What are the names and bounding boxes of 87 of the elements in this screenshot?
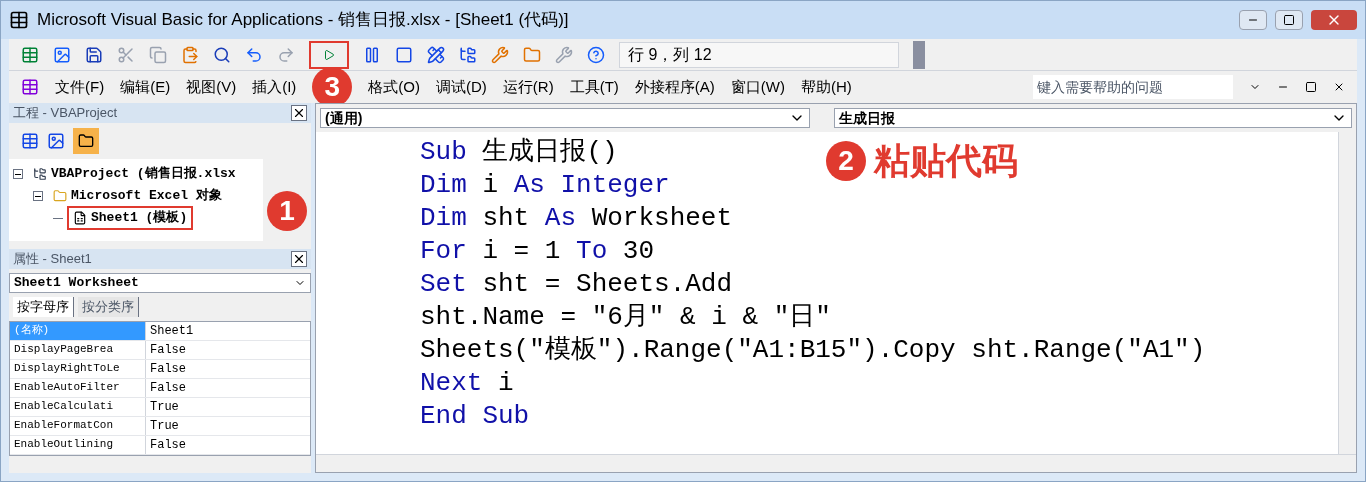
menu-item[interactable]: 插入(I) — [252, 75, 297, 99]
design-mode-icon[interactable] — [427, 45, 445, 64]
menu-item[interactable]: 运行(R) — [502, 75, 554, 99]
undo-icon[interactable] — [245, 45, 263, 64]
save-icon[interactable] — [85, 45, 103, 64]
tree-item[interactable]: Sheet1 (模板) — [67, 206, 194, 230]
sheet-icon — [73, 211, 87, 225]
help-icon[interactable] — [587, 45, 605, 64]
project-icon — [33, 167, 47, 181]
property-name[interactable]: EnableCalculati — [10, 397, 146, 416]
close-icon[interactable] — [1333, 81, 1345, 93]
find-icon[interactable] — [213, 45, 231, 64]
collapse-icon[interactable] — [33, 191, 43, 201]
tab[interactable]: 按分类序 — [78, 297, 139, 317]
tree-item[interactable]: Microsoft Excel 对象 — [47, 184, 228, 208]
property-value[interactable]: True — [146, 416, 310, 435]
step-badge: 2 — [826, 141, 866, 181]
insert-userform-icon[interactable] — [53, 45, 71, 64]
code-line: Set sht = Sheets.Add — [420, 268, 733, 301]
code-line: End Sub — [420, 400, 530, 433]
run-button[interactable] — [309, 40, 349, 69]
panel-title: 属性 - Sheet1 — [13, 250, 92, 269]
pause-icon[interactable] — [363, 45, 381, 64]
vertical-scrollbar[interactable] — [1338, 132, 1356, 454]
toolbar-options-icon[interactable] — [913, 40, 925, 69]
object-select[interactable]: Sheet1 Worksheet — [9, 273, 311, 293]
view-code-icon[interactable] — [21, 132, 39, 150]
paste-icon[interactable] — [181, 45, 199, 64]
property-value[interactable]: False — [146, 435, 310, 454]
menu-item[interactable]: 窗口(W) — [730, 75, 785, 99]
view-object-icon[interactable] — [47, 132, 65, 150]
maximize-icon — [1283, 14, 1295, 26]
object-browser-icon[interactable] — [523, 45, 541, 64]
property-value[interactable]: False — [146, 378, 310, 397]
step-badge: 1 — [267, 191, 307, 231]
menu-item[interactable]: 编辑(E) — [120, 75, 171, 99]
property-value[interactable]: True — [146, 397, 310, 416]
code-line: Sheets("模板").Range("A1:B15").Copy sht.Range("A1") — [420, 334, 1206, 367]
excel-icon[interactable] — [21, 45, 39, 64]
tree-item[interactable]: VBAProject (销售日报.xlsx — [27, 162, 242, 186]
property-name[interactable]: EnableAutoFilter — [10, 378, 146, 397]
menu-item[interactable]: 文件(F) — [55, 75, 105, 99]
close-icon[interactable] — [291, 251, 307, 267]
tab[interactable]: 按字母序 — [13, 297, 74, 317]
stop-icon[interactable] — [395, 45, 413, 64]
properties-icon[interactable] — [491, 45, 509, 64]
property-value[interactable]: False — [146, 359, 310, 378]
code-line: Next i — [420, 367, 514, 400]
cursor-position: 行 9，列 12 — [619, 41, 899, 68]
property-name[interactable]: DisplayRightToLe — [10, 359, 146, 378]
toggle-folders-button[interactable] — [73, 128, 99, 154]
panel-title: 工程 - VBAProject — [13, 104, 118, 123]
collapse-icon[interactable] — [13, 169, 23, 179]
property-name[interactable]: EnableOutlining — [10, 435, 146, 454]
property-value[interactable]: False — [146, 340, 310, 359]
menu-item[interactable]: 调试(D) — [436, 75, 487, 99]
menu-item[interactable]: 工具(T) — [569, 75, 619, 99]
play-icon — [323, 48, 335, 61]
close-icon[interactable] — [291, 105, 307, 121]
code-editor[interactable]: Sub 生成日报() Dim i As Integer Dim sht As Worksheet For i = 1 To 30 Set sht = Sheets.Add sht.Name = "6月" & i & "日" Sheets("模板").Range("A1:B15").Copy sht.Range("A1") Next i End Sub 2 粘贴代码 — [316, 132, 1338, 454]
minimize-button[interactable] — [1239, 10, 1267, 30]
menu-item[interactable]: 帮助(H) — [800, 75, 852, 99]
property-value[interactable]: Sheet1 — [146, 321, 310, 340]
horizontal-scrollbar[interactable] — [316, 454, 1356, 472]
code-line: Sub 生成日报() — [420, 136, 618, 169]
code-line: sht.Name = "6月" & i & "日" — [420, 301, 831, 334]
object-dropdown[interactable]: (通用) — [320, 108, 810, 128]
menu-item[interactable]: 外接程序(A) — [634, 75, 715, 99]
menu-item[interactable]: 视图(V) — [186, 75, 237, 99]
property-name[interactable]: EnableFormatCon — [10, 416, 146, 435]
folder-icon — [78, 133, 94, 149]
window-title: Microsoft Visual Basic for Applications - 销售日报.xlsx - [Sheet1 (代码)] — [37, 9, 570, 32]
menu-bar-icon[interactable] — [21, 78, 39, 96]
property-name[interactable]: DisplayPageBrea — [10, 340, 146, 359]
procedure-dropdown[interactable]: 生成日报 — [834, 108, 1352, 128]
code-line: Dim i As Integer — [420, 169, 670, 202]
menu-item[interactable]: 格式(O) — [368, 75, 420, 99]
help-search-field[interactable]: 键入需要帮助的问题 — [1033, 75, 1233, 99]
code-line: Dim sht As Worksheet — [420, 202, 733, 235]
restore-icon[interactable] — [1305, 81, 1317, 93]
folder-icon — [53, 189, 67, 203]
annotation-text: 粘贴代码 — [874, 139, 1018, 183]
app-icon — [9, 10, 29, 30]
project-explorer-icon[interactable] — [459, 45, 477, 64]
code-line: For i = 1 To 30 — [420, 235, 655, 268]
close-button[interactable] — [1311, 10, 1357, 30]
maximize-button[interactable] — [1275, 10, 1303, 30]
